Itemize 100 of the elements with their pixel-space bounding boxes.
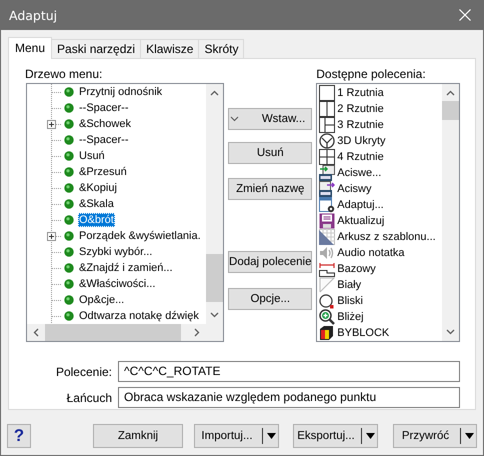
- close-icon[interactable]: [459, 9, 471, 21]
- tree-item[interactable]: &Kopiuj: [78, 181, 118, 195]
- scrollbar-thumb[interactable]: [206, 254, 224, 302]
- input-field[interactable]: ^C^C^C_ROTATE: [118, 361, 460, 382]
- tree-item[interactable]: &Schowek: [78, 117, 132, 131]
- bullet-icon: [64, 183, 74, 193]
- chevron-down-icon[interactable]: [446, 329, 455, 335]
- bullet-icon: [64, 167, 74, 177]
- list-item[interactable]: Adaptuj...: [337, 199, 384, 211]
- tree-item[interactable]: Odtwarza notakę dźwięk: [78, 309, 200, 323]
- connector-line: [51, 292, 62, 308]
- tree-item[interactable]: --Spacer--: [78, 133, 130, 147]
- footer-button[interactable]: Przywróć: [393, 424, 477, 448]
- expand-icon[interactable]: [47, 120, 56, 129]
- list-item[interactable]: Bliski: [337, 295, 363, 307]
- tree-item[interactable]: Op&cje...: [78, 293, 126, 307]
- tab[interactable]: Menu: [8, 37, 52, 59]
- action-button[interactable]: Zmień nazwę: [228, 178, 312, 200]
- tab[interactable]: Paski narzędzi: [51, 39, 142, 58]
- tree-item[interactable]: O&brót: [78, 213, 115, 227]
- color-block-icon: [319, 325, 336, 341]
- connector-line: [51, 228, 62, 244]
- input-field[interactable]: Obraca wskazanie względem podanego punktu: [118, 387, 460, 408]
- footer-button[interactable]: Eksportuj...: [293, 424, 378, 448]
- list-item[interactable]: Audio notatka: [337, 247, 405, 259]
- list-item[interactable]: BYBLOCK: [337, 327, 390, 339]
- field-label: Polecenie:: [54, 364, 112, 378]
- split-pane-icon: [319, 101, 336, 117]
- list-item[interactable]: Arkusz z szablonu...: [337, 231, 436, 243]
- tree-item[interactable]: Szybki wybór...: [78, 245, 154, 259]
- list-item[interactable]: 3 Rzutnie: [337, 119, 384, 131]
- list-item[interactable]: 3D Ukryty: [337, 135, 386, 147]
- tree-item[interactable]: &Skala: [78, 197, 115, 211]
- bullet-icon: [64, 135, 74, 145]
- connector-line: [51, 196, 62, 212]
- tree-item[interactable]: &Właściwości...: [78, 277, 156, 291]
- connector-line: [51, 244, 62, 260]
- list-item[interactable]: 1 Rzutnia: [337, 87, 384, 99]
- zoom-in-icon: [319, 309, 336, 325]
- connector-line: [51, 100, 62, 116]
- wire-sphere-icon: [319, 133, 336, 149]
- list-item[interactable]: Biały: [337, 279, 362, 291]
- scrollbar-thumb[interactable]: [442, 101, 459, 120]
- footer-button[interactable]: Importuj...: [194, 424, 279, 448]
- tree-item[interactable]: Usuń: [78, 149, 106, 163]
- tab[interactable]: Skróty: [198, 39, 244, 58]
- connector-line: [51, 164, 62, 180]
- bullet-icon: [64, 263, 74, 273]
- bullet-icon: [64, 215, 74, 225]
- list-item[interactable]: 2 Rzutnie: [337, 103, 384, 115]
- bullet-icon: [64, 199, 74, 209]
- scrollbar-thumb[interactable]: [45, 324, 181, 341]
- tree-item[interactable]: Przytnij odnośnik: [78, 85, 164, 99]
- footer-button[interactable]: Zamknij: [93, 424, 183, 448]
- help-button[interactable]: ?: [7, 424, 31, 448]
- connector-line: [51, 260, 62, 276]
- bullet-icon: [64, 151, 74, 161]
- vertical-scrollbar[interactable]: [206, 84, 224, 324]
- dimension-icon: [319, 261, 336, 277]
- action-button[interactable]: Usuń: [228, 142, 312, 164]
- tree-item[interactable]: Porządek &wyświetlania.: [78, 229, 202, 243]
- circle-icon: [319, 293, 336, 309]
- connector-line: [51, 212, 62, 228]
- horizontal-scrollbar[interactable]: [27, 324, 206, 341]
- bullet-icon: [64, 103, 74, 113]
- bullet-icon: [64, 279, 74, 289]
- list-item[interactable]: 4 Rzutnie: [337, 151, 384, 163]
- triangle-icon: [319, 277, 336, 293]
- connector-line: [51, 84, 62, 100]
- list-item[interactable]: Bazowy: [337, 263, 376, 275]
- import-arrow-icon: [319, 165, 336, 181]
- tree-item[interactable]: &Znajdź i zamień...: [78, 261, 174, 275]
- connector-line: [51, 132, 62, 148]
- chevron-right-icon[interactable]: [194, 328, 200, 337]
- caret-icon: [267, 433, 276, 439]
- bullet-icon: [64, 119, 74, 129]
- connector-line: [51, 308, 62, 324]
- bullet-icon: [64, 311, 74, 321]
- caret-icon: [366, 433, 375, 439]
- action-button[interactable]: Opcje...: [228, 288, 312, 310]
- list-item[interactable]: Aciswy: [337, 183, 372, 195]
- export-arrow-icon: [319, 181, 336, 197]
- chevron-up-icon[interactable]: [210, 90, 220, 96]
- chevron-icon: [230, 116, 240, 122]
- list-item[interactable]: Bliżej: [337, 311, 364, 323]
- window-title: Adaptuj: [9, 8, 58, 22]
- tree-item[interactable]: &Przesuń: [78, 165, 128, 179]
- vertical-scrollbar[interactable]: [442, 84, 459, 341]
- expand-icon[interactable]: [47, 232, 56, 241]
- list-item[interactable]: Aciswe...: [337, 167, 382, 179]
- bullet-icon: [64, 295, 74, 305]
- action-button[interactable]: Dodaj polecenie: [228, 251, 312, 273]
- grid-icon: [319, 149, 336, 165]
- chevron-up-icon[interactable]: [446, 90, 455, 96]
- tree-item[interactable]: --Spacer--: [78, 101, 130, 115]
- chevron-down-icon[interactable]: [210, 312, 220, 318]
- action-button[interactable]: Wstaw...: [228, 108, 312, 130]
- list-item[interactable]: Aktualizuj: [337, 215, 384, 227]
- field-label: Łańcuch: [66, 390, 112, 404]
- chevron-left-icon[interactable]: [33, 328, 39, 337]
